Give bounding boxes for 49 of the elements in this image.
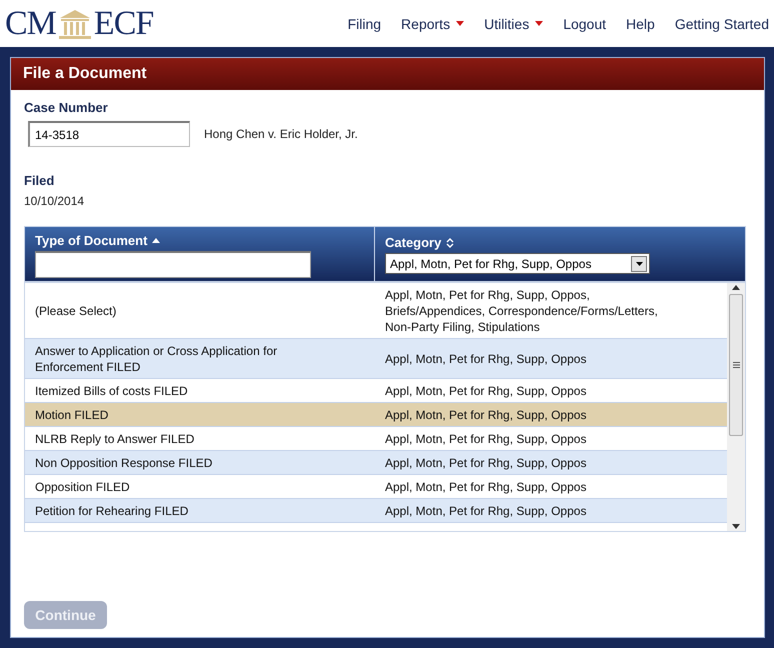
sort-up-icon[interactable] [152,238,160,243]
nav-link[interactable]: Logout [553,16,616,32]
document-category: Appl, Motn, Pet for Rhg, Supp, Oppos, Briefs/Appendices, Correspondence/Forms/Letters, Non-Party Filing, Stipulations [385,286,659,334]
logo-text: ECF [94,6,154,40]
dropdown-icon [636,262,642,266]
column-heading[interactable]: Type of Document [35,233,148,248]
panel-title: File a Document [11,58,764,90]
scroll-down-icon[interactable] [732,524,740,529]
column-heading[interactable]: Category [385,235,442,250]
document-category: Appl, Motn, Pet for Rhg, Supp, Oppos [385,454,586,470]
document-category: Appl, Motn, Pet for Rhg, Supp, Oppos [385,350,586,366]
filter-field[interactable] [35,251,311,278]
grip-icon [732,362,740,368]
field-label: Case Number [24,100,109,115]
document-category: Appl, Motn, Pet for Rhg, Supp, Oppos [385,430,586,446]
document-type: Opposition FILED [35,478,130,494]
nav-link[interactable]: Help [616,16,665,32]
caret-icon [535,21,544,26]
document-category: Appl, Motn, Pet for Rhg, Supp, Oppos [385,478,586,494]
document-type: Non Opposition Response FILED [35,454,212,470]
sort-icon[interactable] [446,238,454,248]
document-category: Appl, Motn, Pet for Rhg, Supp, Oppos [385,406,586,422]
nav-link[interactable]: Getting Started [664,16,769,32]
table-row[interactable]: Answer to Application or Cross Application for Enforcement FILED Appl, Motn, Pet for Rhg, Supp, Oppos [25,339,727,379]
nav-link[interactable]: Utilities [474,16,554,32]
document-category: Appl, Motn, Pet for Rhg, Supp, Oppos [385,502,586,518]
case-number-field[interactable]: 14-3518 [28,121,190,147]
scroll-thumb[interactable] [729,294,743,436]
table-row[interactable]: Motion FILED Appl, Motn, Pet for Rhg, Supp, Oppos [25,403,727,427]
document-type: Answer to Application or Cross Application for Enforcement FILED [35,342,278,374]
document-category: Appl, Motn, Pet for Rhg, Supp, Oppos [385,382,586,398]
nav-link[interactable]: Filing [338,16,392,32]
courthouse-icon [58,8,92,38]
scroll-up-icon[interactable] [732,285,740,290]
table-row[interactable]: Non Opposition Response FILED Appl, Motn, Pet for Rhg, Supp, Oppos [25,451,727,475]
filed-date: 10/10/2014 [24,194,86,208]
document-type: Itemized Bills of costs FILED [35,382,188,398]
nav-link[interactable]: Reports [391,16,474,32]
document-type: (Please Select) [35,302,116,318]
document-type: NLRB Reply to Answer FILED [35,430,194,446]
category-select[interactable]: Appl, Motn, Pet for Rhg, Supp, Oppos [385,253,650,274]
table-row[interactable]: Petition for Rehearing FILED Appl, Motn, Pet for Rhg, Supp, Oppos [25,499,727,523]
document-type: Motion FILED [35,406,108,422]
logo-text: CM [5,6,56,40]
field-label: Filed [24,173,56,188]
scrollbar[interactable] [727,283,745,531]
caret-icon [456,21,464,26]
document-type: Petition for Rehearing FILED [35,502,188,518]
case-caption: Hong Chen v. Eric Holder, Jr. [204,127,358,141]
